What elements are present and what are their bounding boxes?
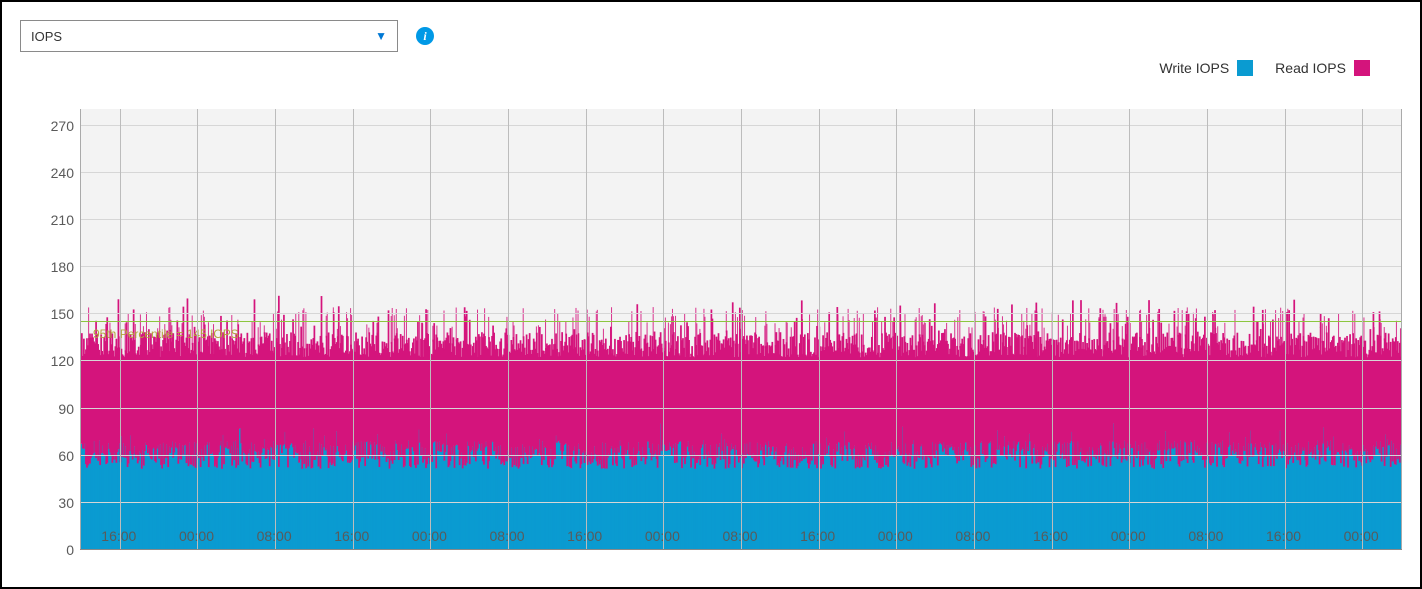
- legend-swatch-read: [1354, 60, 1370, 76]
- legend-swatch-write: [1237, 60, 1253, 76]
- x-tick: 08:00: [257, 528, 292, 544]
- y-tick: 270: [24, 118, 74, 134]
- x-tick: 08:00: [955, 528, 990, 544]
- gridline-v: [197, 109, 198, 549]
- y-tick: 150: [24, 306, 74, 322]
- x-tick: 08:00: [722, 528, 757, 544]
- plot-area[interactable]: 95th Percentile = 145 IOPS: [80, 109, 1402, 549]
- x-tick: 16:00: [800, 528, 835, 544]
- metric-select[interactable]: IOPS ▼: [20, 20, 398, 52]
- gridline-v: [508, 109, 509, 549]
- y-tick: 180: [24, 259, 74, 275]
- gridline-v: [1052, 109, 1053, 549]
- gridline-v: [1362, 109, 1363, 549]
- gridline-v: [1129, 109, 1130, 549]
- gridline-v: [663, 109, 664, 549]
- legend-label: Read IOPS: [1275, 60, 1346, 76]
- gridline-v: [120, 109, 121, 549]
- gridline-v: [896, 109, 897, 549]
- x-tick: 08:00: [1188, 528, 1223, 544]
- gridline-v: [275, 109, 276, 549]
- x-tick: 16:00: [1266, 528, 1301, 544]
- y-axis: 0306090120150180210240270: [20, 80, 80, 550]
- legend-item-read[interactable]: Read IOPS: [1275, 60, 1370, 76]
- x-axis: 16:00 00:00 08:00 16:00 00:00 08:00 16:00 00:00…: [80, 522, 1402, 550]
- gridline-v: [1285, 109, 1286, 549]
- plot: 95th Percentile = 145 IOPS: [80, 80, 1402, 550]
- gridline-v: [741, 109, 742, 549]
- chart: 0306090120150180210240270 95th Percentil…: [20, 80, 1402, 550]
- legend-item-write[interactable]: Write IOPS: [1159, 60, 1253, 76]
- chevron-down-icon: ▼: [375, 29, 387, 43]
- x-tick: 08:00: [490, 528, 525, 544]
- metrics-panel: IOPS ▼ i Write IOPS Read IOPS 0 30 60 90 120…: [0, 0, 1422, 589]
- gridline-v: [353, 109, 354, 549]
- info-icon-glyph: i: [423, 29, 426, 44]
- gridline-v: [974, 109, 975, 549]
- chart-legend: Write IOPS Read IOPS: [20, 60, 1370, 76]
- y-tick: 60: [24, 448, 74, 464]
- y-tick: 210: [24, 212, 74, 228]
- y-tick: 30: [24, 495, 74, 511]
- x-tick: 00:00: [645, 528, 680, 544]
- x-tick: 16:00: [1033, 528, 1068, 544]
- y-tick: 120: [24, 353, 74, 369]
- gridline-v: [430, 109, 431, 549]
- legend-label: Write IOPS: [1159, 60, 1229, 76]
- gridline-v: [586, 109, 587, 549]
- gridline-v: [1207, 109, 1208, 549]
- x-tick: 00:00: [1111, 528, 1146, 544]
- x-tick: 00:00: [412, 528, 447, 544]
- y-tick: 240: [24, 165, 74, 181]
- x-tick: 00:00: [1344, 528, 1379, 544]
- x-tick: 16:00: [334, 528, 369, 544]
- info-icon[interactable]: i: [416, 27, 434, 45]
- x-tick: 16:00: [567, 528, 602, 544]
- gridline-v: [819, 109, 820, 549]
- x-tick: 00:00: [179, 528, 214, 544]
- x-tick: 00:00: [878, 528, 913, 544]
- toolbar: IOPS ▼ i: [20, 20, 1402, 52]
- metric-select-value: IOPS: [31, 29, 62, 44]
- y-tick: 0: [24, 542, 74, 558]
- y-tick: 90: [24, 401, 74, 417]
- x-tick: 16:00: [101, 528, 136, 544]
- threshold-label: 95th Percentile = 145 IOPS: [87, 327, 239, 341]
